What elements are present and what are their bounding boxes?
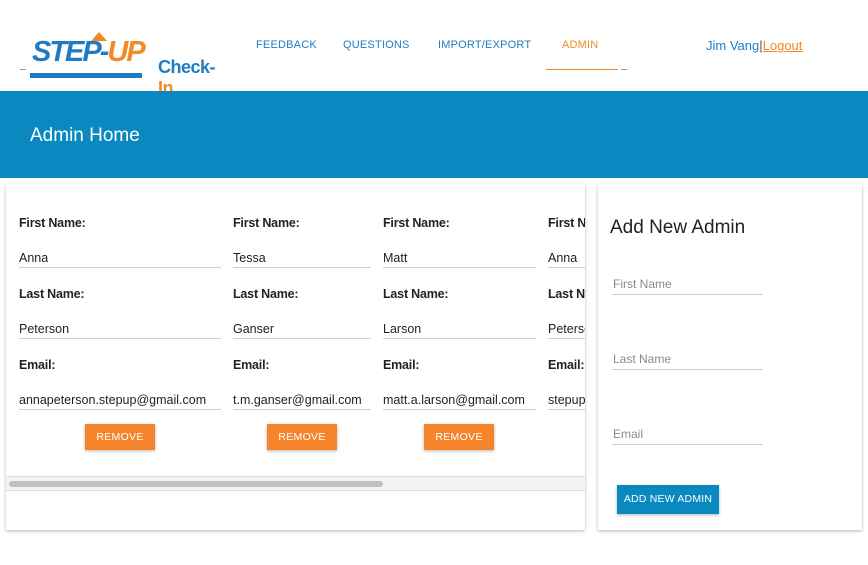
last-name-value: Larson [383, 322, 536, 339]
remove-button[interactable]: REMOVE [85, 424, 155, 450]
admin-list-card: First Name: Anna Last Name: Peterson Ema… [6, 184, 585, 530]
page-title: Admin Home [30, 125, 140, 146]
add-new-admin-button[interactable]: ADD NEW ADMIN [617, 485, 719, 514]
last-name-value: Peterson [548, 322, 585, 339]
email-value: t.m.ganser@gmail.com [233, 393, 371, 410]
first-name-label: First Name: [19, 216, 86, 230]
email-label: Email: [383, 358, 420, 372]
horizontal-scrollbar[interactable] [6, 477, 585, 491]
logo-underline-bar [30, 73, 142, 78]
email-label: Email: [19, 358, 56, 372]
email-value: stepup [548, 393, 585, 410]
first-name-value: Tessa [233, 251, 371, 268]
remove-button[interactable]: REMOVE [267, 424, 337, 450]
first-name-label: First Name: [548, 216, 585, 230]
logo-divider [20, 69, 26, 70]
email-label: Email: [548, 358, 585, 372]
first-name-value: Matt [383, 251, 536, 268]
logout-link[interactable]: Logout [763, 38, 803, 53]
top-navbar: STEP-UP Check-In FEEDBACK QUESTIONS IMPO… [0, 0, 868, 98]
active-tab-indicator [546, 69, 618, 70]
step-up-checkin-logo[interactable]: STEP-UP Check-In [20, 32, 230, 98]
scrollbar-thumb[interactable] [9, 481, 383, 487]
last-name-field[interactable] [612, 348, 763, 370]
user-name: Jim Vang [706, 38, 760, 53]
page-banner: Admin Home [0, 91, 868, 178]
add-admin-title: Add New Admin [610, 217, 746, 238]
nav-feedback[interactable]: FEEDBACK [256, 39, 317, 51]
email-field[interactable] [612, 423, 763, 445]
remove-button[interactable]: REMOVE [424, 424, 494, 450]
nav-questions[interactable]: QUESTIONS [343, 39, 410, 51]
first-name-label: First Name: [383, 216, 450, 230]
first-name-field[interactable] [612, 273, 763, 295]
first-name-value: Anna [19, 251, 221, 268]
last-name-label: Last Name: [233, 287, 299, 301]
nav-import-export[interactable]: IMPORT/EXPORT [438, 39, 531, 51]
nav-admin[interactable]: ADMIN [562, 39, 598, 51]
first-name-value: Anna [548, 251, 585, 268]
nav-divider [621, 69, 627, 70]
user-box: Jim Vang|Logout [706, 38, 802, 53]
last-name-label: Last Name: [383, 287, 449, 301]
last-name-value: Peterson [19, 322, 221, 339]
email-value: matt.a.larson@gmail.com [383, 393, 536, 410]
email-value: annapeterson.stepup@gmail.com [19, 393, 221, 410]
add-admin-card: Add New Admin ADD NEW ADMIN [598, 184, 862, 530]
last-name-label: Last Name: [548, 287, 585, 301]
last-name-label: Last Name: [19, 287, 85, 301]
first-name-label: First Name: [233, 216, 300, 230]
logo-step-up-text: STEP-UP [32, 36, 146, 68]
last-name-value: Ganser [233, 322, 371, 339]
email-label: Email: [233, 358, 270, 372]
